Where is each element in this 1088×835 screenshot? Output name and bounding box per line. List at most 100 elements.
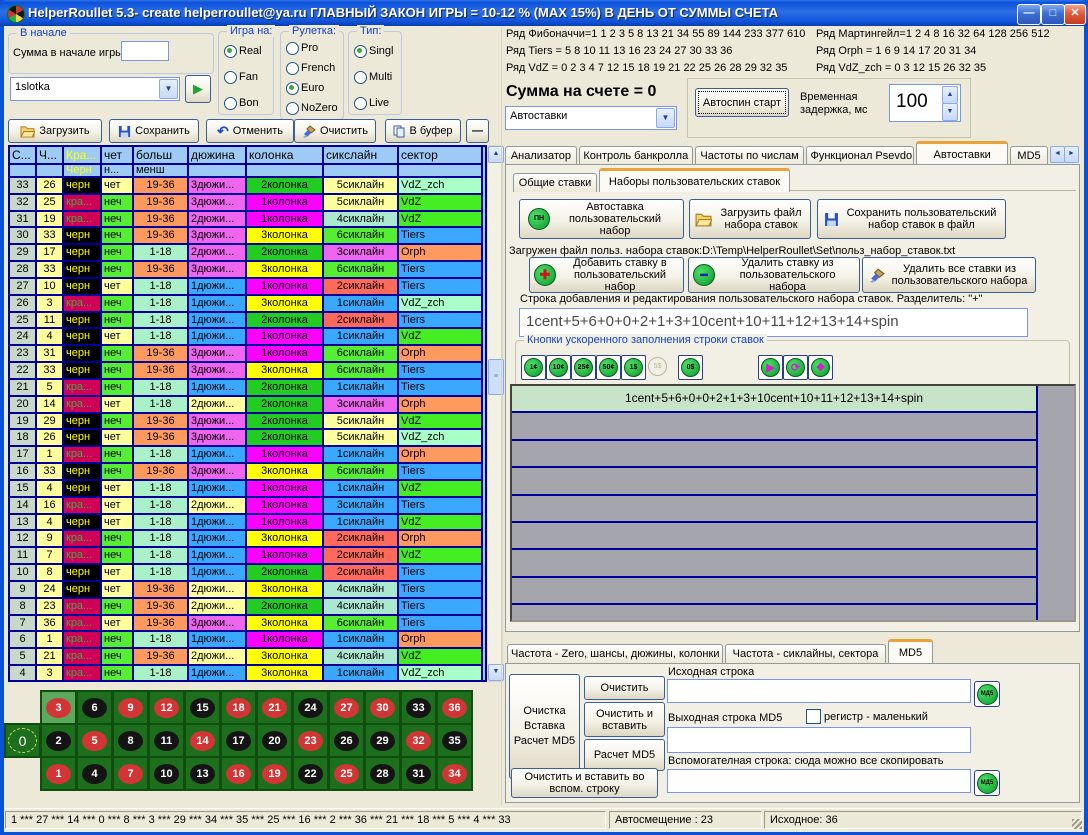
radio-nozero[interactable] <box>286 102 299 115</box>
board-number-6[interactable]: 6 <box>78 692 111 723</box>
table-row[interactable]: 244чернчет1-181дюжи...1колонка1сиклайнVd… <box>10 329 485 346</box>
tab-5[interactable]: Автоставки <box>916 141 1008 165</box>
md5-run-button[interactable]: МД5 <box>974 681 1000 707</box>
delay-spinner[interactable]: 100 ▲ ▼ <box>889 84 961 122</box>
collapse-button[interactable]: — <box>466 119 489 143</box>
board-number-26[interactable]: 26 <box>330 725 363 756</box>
table-row[interactable]: 2233черннеч19-363дюжи...3колонка6сиклайн… <box>10 363 485 380</box>
board-number-5[interactable]: 5 <box>78 725 111 756</box>
table-row[interactable]: 1633черннеч19-363дюжи...3колонка6сиклайн… <box>10 464 485 481</box>
board-number-3[interactable]: 3 <box>42 692 75 723</box>
board-number-2[interactable]: 2 <box>42 725 75 756</box>
board-number-19[interactable]: 19 <box>258 758 291 789</box>
board-number-27[interactable]: 27 <box>330 692 363 723</box>
resize-grip[interactable] <box>1072 819 1082 829</box>
board-number-24[interactable]: 24 <box>294 692 327 723</box>
board-number-10[interactable]: 10 <box>150 758 183 789</box>
table-row[interactable]: 2710чернчет1-181дюжи...1колонка2сиклайнT… <box>10 279 485 296</box>
radio-singl[interactable] <box>354 45 367 58</box>
remove-bet-button[interactable]: ━ Удалить ставку из пользовательского на… <box>688 257 860 293</box>
quick-bet-50-button[interactable]: 50¢ <box>596 355 621 380</box>
start-sum-input[interactable] <box>121 41 169 61</box>
table-row[interactable]: 3033черннеч19-363дюжи...3колонка6сиклайн… <box>10 228 485 245</box>
board-number-23[interactable]: 23 <box>294 725 327 756</box>
quick-play-icon[interactable]: ▶ <box>758 355 783 380</box>
board-number-18[interactable]: 18 <box>222 692 255 723</box>
tab-6[interactable]: MD5 <box>1010 146 1048 165</box>
board-number-17[interactable]: 17 <box>222 725 255 756</box>
board-number-12[interactable]: 12 <box>150 692 183 723</box>
board-number-35[interactable]: 35 <box>438 725 471 756</box>
tab-3[interactable]: Частоты по числам <box>695 146 805 165</box>
table-row[interactable]: 3326чернчет19-363дюжи...2колонка5сиклайн… <box>10 178 485 195</box>
spinner-down-icon[interactable]: ▼ <box>942 103 958 121</box>
bet-list-empty-row[interactable] <box>512 578 1036 605</box>
quick-bet-0-button[interactable]: 0$ <box>678 355 703 380</box>
board-number-7[interactable]: 7 <box>114 758 147 789</box>
board-number-0[interactable]: 0 <box>6 725 39 756</box>
table-row[interactable]: 521кра...неч19-362дюжи...3колонка4сиклай… <box>10 649 485 666</box>
spins-table[interactable]: С...Ч...Кра...четбольшдюжинаколонкасиксл… <box>8 145 487 682</box>
bet-list-selected-row[interactable]: 1cent+5+6+0+0+2+1+3+10cent+10+11+12+13+1… <box>512 386 1036 413</box>
subtab-2[interactable]: Наборы пользовательских ставок <box>599 168 790 192</box>
bet-list-empty-row[interactable] <box>512 468 1036 495</box>
md5-big-box[interactable]: Очистка Вставка Расчет MD5 <box>509 674 580 779</box>
board-number-16[interactable]: 16 <box>222 758 255 789</box>
board-number-29[interactable]: 29 <box>366 725 399 756</box>
spinner-up-icon[interactable]: ▲ <box>942 86 958 104</box>
bet-string-input[interactable]: 1cent+5+6+0+0+2+1+3+10cent+10+11+12+13+1… <box>519 308 1028 337</box>
board-number-31[interactable]: 31 <box>402 758 435 789</box>
table-row[interactable]: 2014кра...чет1-182дюжи...2колонка3сиклай… <box>10 397 485 414</box>
slot-select[interactable]: 1slotka ▼ <box>10 77 180 101</box>
radio-live[interactable] <box>354 97 367 110</box>
tab-4[interactable]: Функционал PsevdoMS <box>806 146 914 165</box>
tabs-scroll-right-icon[interactable]: ► <box>1064 146 1079 163</box>
board-number-33[interactable]: 33 <box>402 692 435 723</box>
quick-refresh-icon[interactable]: ⟳ <box>783 355 808 380</box>
bet-list-empty-row[interactable] <box>512 496 1036 523</box>
clear-button[interactable]: Очистить <box>294 119 376 143</box>
table-row[interactable]: 263кра...неч1-181дюжи...3колонка1сиклайн… <box>10 296 485 313</box>
md5-clear-button[interactable]: Очистить <box>584 676 665 700</box>
load-button[interactable]: Загрузить <box>8 119 102 143</box>
tabs-scroll-left-icon[interactable]: ◄ <box>1050 146 1065 163</box>
board-number-9[interactable]: 9 <box>114 692 147 723</box>
md5-calc-button[interactable]: Расчет MD5 <box>584 739 665 771</box>
board-number-13[interactable]: 13 <box>186 758 219 789</box>
table-row[interactable]: 1416кра...чет1-182дюжи...1колонка3сиклай… <box>10 498 485 515</box>
bet-list-empty-row[interactable] <box>512 605 1036 622</box>
freq-tab-2[interactable]: Частота - сиклайны, сектора <box>725 644 886 663</box>
run-slot-button[interactable]: ▶ <box>185 75 211 103</box>
board-number-32[interactable]: 32 <box>402 725 435 756</box>
table-row[interactable]: 1826чернчет19-363дюжи...2колонка5сиклайн… <box>10 430 485 447</box>
md5-clear-paste-aux-button[interactable]: Очистить и вставить во вспом. строку <box>511 768 658 798</box>
table-row[interactable]: 215кра...неч1-181дюжи...2колонка1сиклайн… <box>10 380 485 397</box>
quick-bet-10-button[interactable]: 10¢ <box>546 355 571 380</box>
table-row[interactable]: 1929черннеч19-363дюжи...2колонка5сиклайн… <box>10 414 485 431</box>
quick-spin-icon[interactable]: ❖ <box>808 355 833 380</box>
freq-tab-1[interactable]: Частота - Zero, шансы, дюжины, колонки <box>507 644 723 663</box>
md5-aux-input[interactable] <box>667 769 971 793</box>
autostake-user-set-button[interactable]: ПН Автоставка пользовательский набор <box>519 199 684 239</box>
load-bet-file-button[interactable]: Загрузить файл набора ставок <box>689 199 811 239</box>
radio-bon[interactable] <box>224 97 237 110</box>
chevron-down-icon[interactable]: ▼ <box>656 108 675 128</box>
freq-tab-3[interactable]: MD5 <box>888 639 933 663</box>
mode-select[interactable]: Автоставки ▼ <box>505 106 677 130</box>
bet-list-empty-row[interactable] <box>512 523 1036 550</box>
table-row[interactable]: 117кра...неч1-181дюжи...1колонка2сиклайн… <box>10 548 485 565</box>
md5-source-input[interactable] <box>667 679 971 703</box>
add-bet-button[interactable]: ✚ Добавить ставку в пользовательский наб… <box>529 257 684 293</box>
bet-list-empty-row[interactable] <box>512 441 1036 468</box>
table-row[interactable]: 736кра...чет19-363дюжи...3колонка6сиклай… <box>10 616 485 633</box>
copy-to-clipboard-button[interactable]: В буфер <box>385 119 461 143</box>
board-number-21[interactable]: 21 <box>258 692 291 723</box>
table-row[interactable]: 823кра...неч19-362дюжи...2колонка4сиклай… <box>10 599 485 616</box>
board-number-28[interactable]: 28 <box>366 758 399 789</box>
board-number-30[interactable]: 30 <box>366 692 399 723</box>
table-row[interactable]: 2331черннеч19-363дюжи...1колонка6сиклайн… <box>10 346 485 363</box>
quick-bet-1-button[interactable]: 1$ <box>621 355 646 380</box>
table-row[interactable]: 43кра...неч1-181дюжи...3колонка1сиклайнV… <box>10 666 485 682</box>
board-number-8[interactable]: 8 <box>114 725 147 756</box>
radio-french[interactable] <box>286 62 299 75</box>
